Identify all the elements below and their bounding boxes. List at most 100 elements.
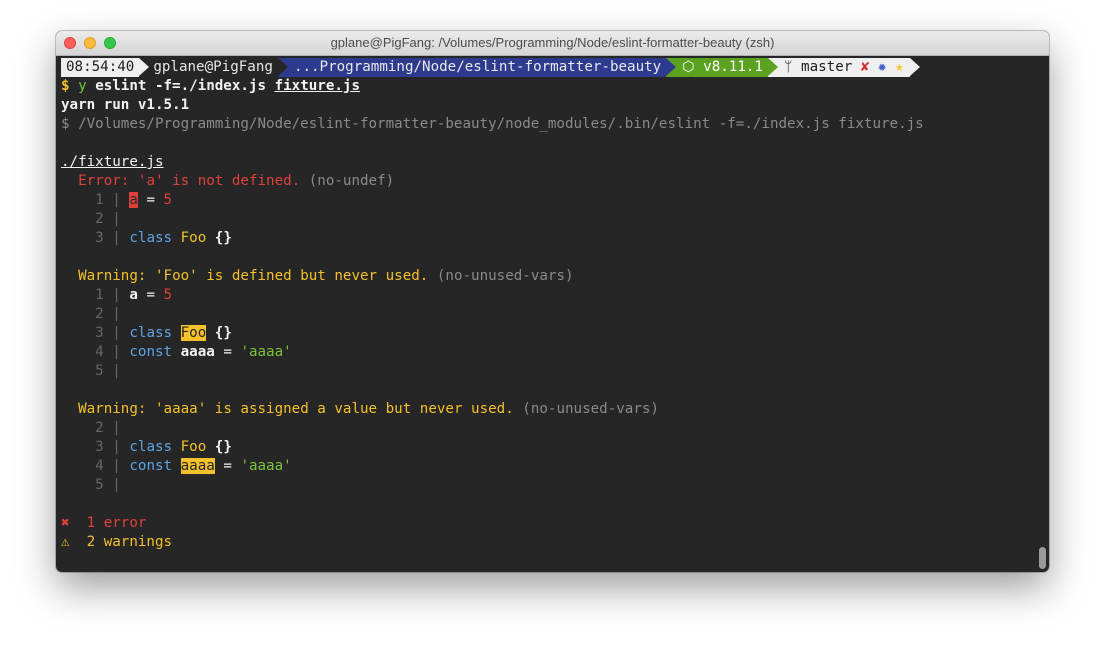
rule-id: (no-undef) xyxy=(308,173,395,189)
code-line: 3 | class Foo {} xyxy=(61,229,1049,248)
traffic-lights xyxy=(64,37,116,49)
line-number: 2 xyxy=(95,211,104,227)
window-title: gplane@PigFang: /Volumes/Programming/Nod… xyxy=(330,35,775,50)
code-token: 5 xyxy=(163,192,173,208)
code-line: 2 | xyxy=(61,419,1049,438)
code-token: Foo xyxy=(180,439,207,455)
code-line: 2 | xyxy=(61,305,1049,324)
gutter-separator: | xyxy=(112,420,121,436)
git-modified-icon: ✹ xyxy=(877,59,887,75)
error-highlight: a xyxy=(129,192,138,208)
line-number: 1 xyxy=(95,287,104,303)
code-token: const xyxy=(129,344,173,360)
git-branch-icon: ᛘ xyxy=(783,59,793,75)
yarn-version-line: yarn run v1.5.1 xyxy=(61,97,190,113)
zoom-button[interactable] xyxy=(104,37,116,49)
terminal-window: gplane@PigFang: /Volumes/Programming/Nod… xyxy=(56,31,1049,572)
message-text: 'aaaa' is assigned a value but never use… xyxy=(154,401,514,417)
git-stash-icon: ★ xyxy=(895,59,904,75)
code-line: 1 | a = 5 xyxy=(61,286,1049,305)
prompt-symbol: $ xyxy=(61,78,70,94)
cross-icon: ✖ xyxy=(61,515,70,531)
prompt-git-branch: master xyxy=(801,59,853,75)
command-name: y xyxy=(78,78,87,94)
message-kind: Warning xyxy=(78,268,138,284)
code-line: 1 | a = 5 xyxy=(61,191,1049,210)
terminal-output[interactable]: 08:54:40 gplane@PigFang ...Programming/N… xyxy=(56,56,1049,572)
code-token: class xyxy=(129,325,173,341)
close-button[interactable] xyxy=(64,37,76,49)
code-token: {} xyxy=(214,439,232,455)
line-number: 4 xyxy=(95,344,104,360)
command-file: fixture.js xyxy=(274,78,360,94)
rule-id: (no-unused-vars) xyxy=(522,401,659,417)
warning-count: 2 warnings xyxy=(86,534,173,550)
file-header: ./fixture.js xyxy=(61,154,164,170)
gutter-separator: | xyxy=(112,344,121,360)
code-token: = xyxy=(146,192,155,208)
message-kind: Warning xyxy=(78,401,138,417)
gutter-separator: | xyxy=(112,192,121,208)
line-number: 5 xyxy=(95,477,104,493)
code-line: 5 | xyxy=(61,362,1049,381)
error-count: 1 error xyxy=(86,515,147,531)
rule-id: (no-unused-vars) xyxy=(436,268,574,284)
gutter-separator: | xyxy=(112,230,121,246)
line-number: 2 xyxy=(95,306,104,322)
warning-message: Warning: 'Foo' is defined but never used… xyxy=(78,268,574,284)
code-token: class xyxy=(129,439,173,455)
error-summary: ✖ 1 error xyxy=(61,514,1049,533)
code-token: = xyxy=(146,287,155,303)
code-token: Foo xyxy=(180,230,207,246)
code-line: 3 | class Foo {} xyxy=(61,438,1049,457)
scrollbar-thumb[interactable] xyxy=(1039,547,1046,569)
code-token: aaaa xyxy=(180,344,215,360)
line-number: 5 xyxy=(95,363,104,379)
line-number: 3 xyxy=(95,325,104,341)
code-line: 3 | class Foo {} xyxy=(61,324,1049,343)
gutter-separator: | xyxy=(112,306,121,322)
code-line: 4 | const aaaa = 'aaaa' xyxy=(61,457,1049,476)
code-token: 'aaaa' xyxy=(240,344,292,360)
warning-highlight: Foo xyxy=(180,325,207,341)
message-text: 'a' is not defined. xyxy=(137,173,301,189)
shell-prompt: 08:54:40 gplane@PigFang ...Programming/N… xyxy=(61,58,1049,77)
error-message: Error: 'a' is not defined. (no-undef) xyxy=(78,173,395,189)
prompt-user-segment: gplane@PigFang xyxy=(139,58,288,77)
line-number: 3 xyxy=(95,439,104,455)
code-line: 5 | xyxy=(61,476,1049,495)
gutter-separator: | xyxy=(112,439,121,455)
gutter-separator: | xyxy=(112,458,121,474)
code-token: class xyxy=(129,230,173,246)
code-line: 4 | const aaaa = 'aaaa' xyxy=(61,343,1049,362)
title-bar: gplane@PigFang: /Volumes/Programming/Nod… xyxy=(56,31,1049,56)
minimize-button[interactable] xyxy=(84,37,96,49)
command-args: eslint -f=./index.js xyxy=(95,78,267,94)
warning-summary: ⚠ 2 warnings xyxy=(61,533,1049,552)
prompt-path-segment: ...Programming/Node/eslint-formatter-bea… xyxy=(277,58,677,77)
code-line: 2 | xyxy=(61,210,1049,229)
warning-icon: ⚠ xyxy=(61,534,70,550)
message-kind: Error xyxy=(78,173,121,189)
node-hexagon-icon: ⬡ xyxy=(682,59,695,75)
warning-message: Warning: 'aaaa' is assigned a value but … xyxy=(78,401,659,417)
git-dirty-icon: ✘ xyxy=(860,59,870,75)
message-text: 'Foo' is defined but never used. xyxy=(154,268,429,284)
exec-line: $ /Volumes/Programming/Node/eslint-forma… xyxy=(61,116,924,132)
gutter-separator: | xyxy=(112,363,121,379)
gutter-separator: | xyxy=(112,325,121,341)
code-token: = xyxy=(223,458,232,474)
prompt-node-version: v8.11.1 xyxy=(703,59,763,75)
prompt-time-segment: 08:54:40 xyxy=(61,58,150,77)
line-number: 1 xyxy=(95,192,104,208)
prompt-git-segment: ᛘ master ✘ ✹ ★ xyxy=(767,58,920,77)
code-token: 'aaaa' xyxy=(240,458,292,474)
code-token: a xyxy=(129,287,138,303)
code-token: = xyxy=(223,344,232,360)
prompt-path: ...Programming/Node/eslint-formatter-bea… xyxy=(293,59,662,75)
code-token: {} xyxy=(214,230,232,246)
